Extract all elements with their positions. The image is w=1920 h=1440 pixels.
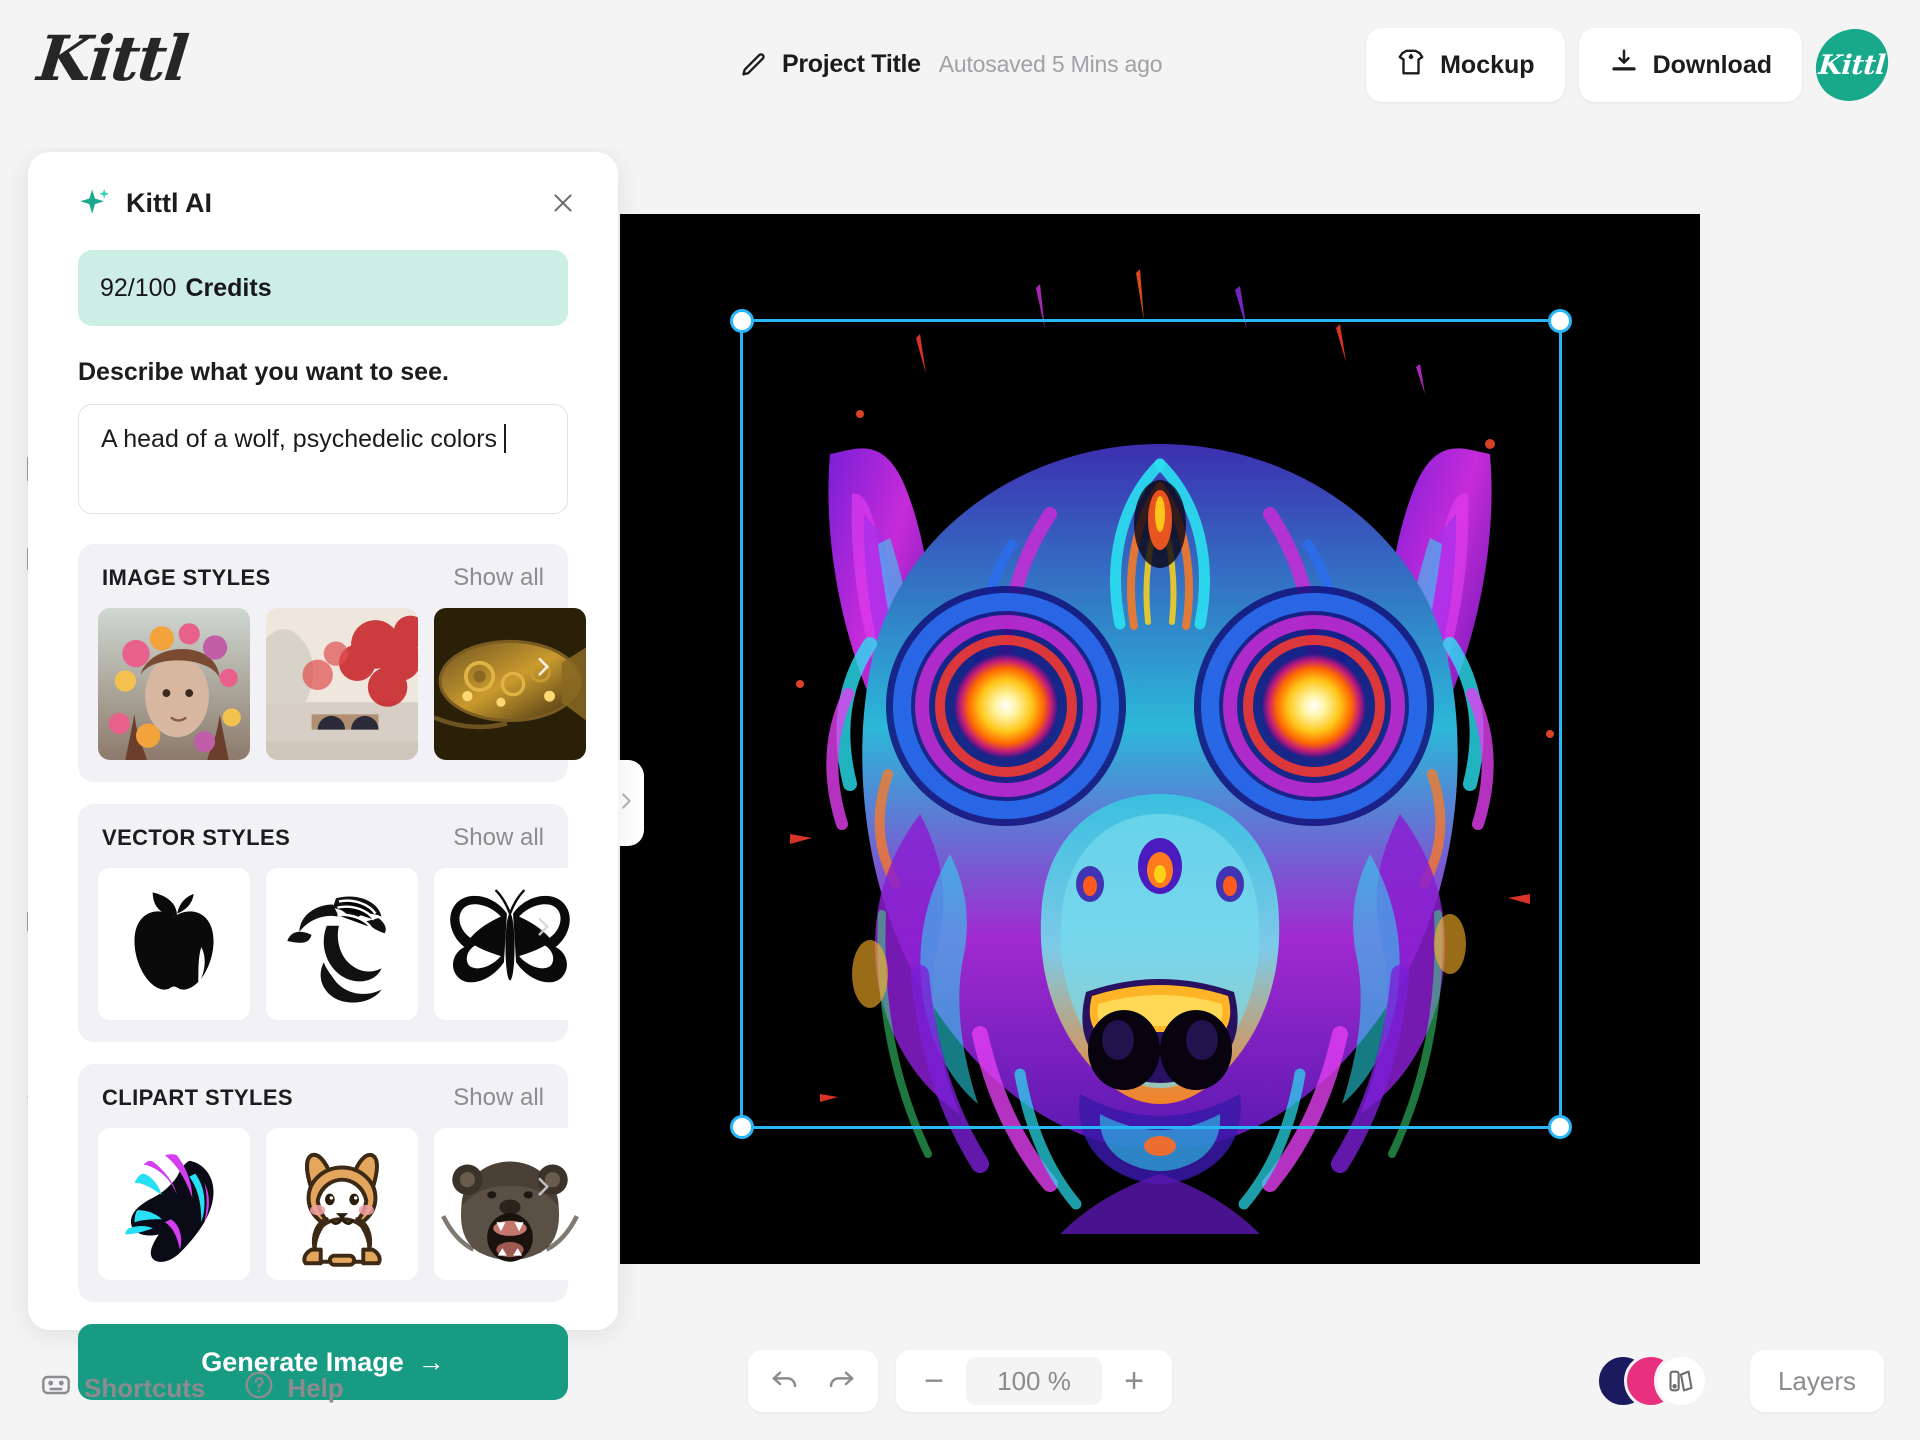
mockup-button[interactable]: Mockup: [1366, 28, 1565, 102]
section-header: VECTOR STYLES Show all: [98, 824, 548, 852]
sparkle-icon: [78, 186, 112, 220]
keyboard-icon: [40, 1369, 72, 1408]
text-caret: [504, 424, 507, 453]
pencil-icon: [740, 51, 768, 79]
section-clipart-styles: CLIPART STYLES Show all: [78, 1064, 586, 1302]
autosave-status: Autosaved 5 Mins ago: [938, 51, 1163, 77]
ai-panel-body: 92/100 Credits Describe what you want to…: [28, 240, 618, 1400]
thumb-row: [98, 868, 586, 1020]
prompt-value: A head of a wolf, psychedelic colors: [101, 425, 498, 453]
credits-label: Credits: [185, 273, 272, 302]
close-icon[interactable]: [542, 182, 584, 224]
section-image-styles: IMAGE STYLES Show all: [78, 544, 586, 782]
download-button[interactable]: Download: [1578, 28, 1802, 102]
psychedelic-wolf-head-artwork: [620, 214, 1700, 1264]
credits-count: 92/100: [100, 273, 177, 302]
section-title: IMAGE STYLES: [102, 565, 271, 590]
bottom-center-controls: − 100 % +: [748, 1350, 1172, 1412]
style-thumb-butterfly-line-art[interactable]: [434, 868, 586, 1020]
show-all-clipart-styles[interactable]: Show all: [453, 1084, 544, 1112]
bottom-right-controls: Layers: [1595, 1350, 1884, 1412]
style-thumb-apple-silhouette[interactable]: [98, 868, 250, 1020]
project-title-group[interactable]: Project Title Autosaved 5 Mins ago: [740, 50, 1163, 79]
download-icon: [1609, 47, 1639, 84]
section-title: VECTOR STYLES: [102, 825, 291, 850]
avatar[interactable]: Kittl: [1812, 29, 1892, 101]
style-thumb-woman-hat-halftone[interactable]: [266, 868, 418, 1020]
thumb-row: [98, 608, 586, 760]
canvas-area[interactable]: [620, 214, 1700, 1264]
ai-panel-header: Kittl AI: [28, 152, 618, 240]
credits-badge: 92/100 Credits: [78, 250, 568, 326]
show-all-vector-styles[interactable]: Show all: [453, 824, 544, 852]
kittl-logo[interactable]: Kittl: [34, 22, 190, 95]
style-thumb-cartoon-corgi[interactable]: [266, 1128, 418, 1280]
style-thumb-neon-horse-head[interactable]: [98, 1128, 250, 1280]
app-header: Kittl Project Title Autosaved 5 Mins ago…: [0, 0, 1920, 148]
color-swatches[interactable]: [1595, 1350, 1724, 1412]
zoom-in-button[interactable]: +: [1108, 1355, 1160, 1407]
show-all-image-styles[interactable]: Show all: [453, 564, 544, 592]
bottom-left-controls: Shortcuts Help: [40, 1369, 344, 1408]
thumb-row: [98, 1128, 586, 1280]
style-thumb-flower-portrait[interactable]: [98, 608, 250, 760]
zoom-out-button[interactable]: −: [908, 1355, 960, 1407]
page-title[interactable]: Project Title: [782, 50, 921, 79]
section-vector-styles: VECTOR STYLES Show all: [78, 804, 586, 1042]
undo-redo-group: [748, 1350, 878, 1412]
kittl-editor-app: Kittl Project Title Autosaved 5 Mins ago…: [0, 0, 1920, 1440]
layers-button[interactable]: Layers: [1749, 1350, 1884, 1412]
prompt-label: Describe what you want to see.: [78, 358, 449, 386]
tshirt-icon: [1396, 47, 1426, 84]
help-button[interactable]: Help: [243, 1369, 344, 1408]
ai-panel-title: Kittl AI: [126, 187, 212, 218]
style-thumb-steampunk-airship[interactable]: [434, 608, 586, 760]
download-button-label: Download: [1652, 50, 1772, 79]
style-thumb-red-autumn-landscape[interactable]: [266, 608, 418, 760]
chevron-right-icon: [615, 790, 637, 817]
zoom-level-value[interactable]: 100 %: [966, 1357, 1102, 1405]
prompt-input[interactable]: A head of a wolf, psychedelic colors: [78, 404, 568, 514]
section-header: CLIPART STYLES Show all: [98, 1084, 548, 1112]
mockup-button-label: Mockup: [1440, 50, 1535, 79]
undo-arrow-icon[interactable]: [770, 1364, 800, 1399]
shortcuts-label: Shortcuts: [84, 1373, 206, 1403]
kittl-ai-panel: Kittl AI 92/100 Credits Describe what yo…: [28, 152, 618, 1400]
question-circle-icon: [243, 1369, 275, 1408]
style-thumb-roaring-bear[interactable]: [434, 1128, 586, 1280]
section-header: IMAGE STYLES Show all: [98, 564, 548, 592]
shortcuts-button[interactable]: Shortcuts: [40, 1369, 205, 1408]
section-title: CLIPART STYLES: [102, 1085, 293, 1110]
header-actions: Mockup Download Kittl: [1366, 28, 1892, 102]
zoom-control: − 100 % +: [896, 1350, 1172, 1412]
artboard[interactable]: [620, 214, 1700, 1264]
redo-arrow-icon[interactable]: [826, 1364, 856, 1399]
palette-icon[interactable]: [1653, 1354, 1708, 1408]
help-label: Help: [287, 1373, 344, 1403]
arrow-right-icon: →: [417, 1346, 445, 1377]
